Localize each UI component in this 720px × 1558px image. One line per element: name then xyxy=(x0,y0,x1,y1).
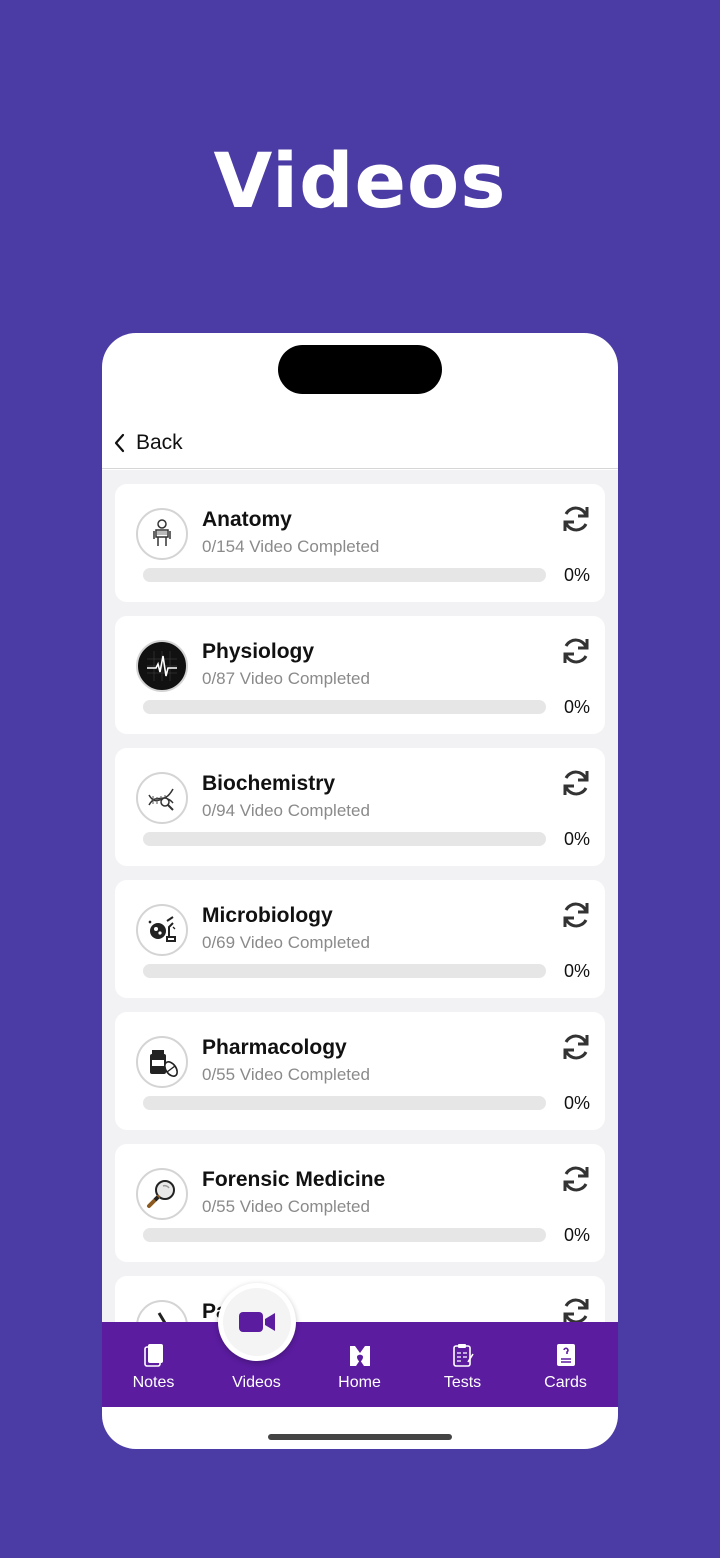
subject-card[interactable]: Pa y xyxy=(115,1276,605,1322)
notes-icon xyxy=(143,1344,163,1367)
microscope-bacteria-icon xyxy=(136,904,188,956)
subject-progress-text: 0/55 Video Completed xyxy=(202,1065,370,1084)
subject-card[interactable]: Microbiology 0/69 Video Completed 0% xyxy=(115,880,605,998)
progress-percent: 0% xyxy=(563,961,590,981)
subject-progress-text: 0/154 Video Completed xyxy=(202,537,380,556)
anatomy-skeleton-icon xyxy=(136,508,188,560)
progress-percent: 0% xyxy=(563,1225,590,1245)
refresh-icon[interactable] xyxy=(559,502,593,536)
subject-progress-text: 0/87 Video Completed xyxy=(202,669,370,688)
tab-label: Home xyxy=(338,1374,381,1391)
subject-title: Anatomy xyxy=(202,508,292,531)
subject-list: Anatomy 0/154 Video Completed 0% Physiol… xyxy=(102,470,618,1322)
ecg-heartbeat-icon xyxy=(136,640,188,692)
back-button[interactable]: Back xyxy=(112,427,183,459)
progress-bar xyxy=(143,568,546,582)
subject-title: Pharmacology xyxy=(202,1036,347,1059)
page-title: Videos xyxy=(213,136,507,225)
subject-card[interactable]: Biochemistry 0/94 Video Completed 0% xyxy=(115,748,605,866)
videos-active-button[interactable] xyxy=(218,1283,296,1361)
progress-percent: 0% xyxy=(563,1093,590,1113)
pill-bottle-icon xyxy=(136,1036,188,1088)
dna-magnifier-icon xyxy=(136,772,188,824)
tab-label: Videos xyxy=(232,1374,281,1391)
subject-card[interactable]: Anatomy 0/154 Video Completed 0% xyxy=(115,484,605,602)
clipboard-test-icon xyxy=(452,1344,474,1367)
refresh-icon[interactable] xyxy=(559,1030,593,1064)
refresh-icon[interactable] xyxy=(559,1294,593,1322)
refresh-icon[interactable] xyxy=(559,898,593,932)
tab-tests[interactable]: Tests xyxy=(411,1322,514,1407)
videos-active-button-inner xyxy=(223,1288,291,1356)
phone-screen: Back Anatomy 0/154 Video Completed 0% Ph… xyxy=(102,333,618,1449)
video-camera-icon xyxy=(239,1312,275,1332)
tab-label: Tests xyxy=(443,1374,482,1391)
magnifying-glass-icon xyxy=(136,1168,188,1220)
progress-percent: 0% xyxy=(563,565,590,585)
subject-card[interactable]: Forensic Medicine 0/55 Video Completed 0… xyxy=(115,1144,605,1262)
nav-bar: Back xyxy=(102,417,618,469)
microscope-icon xyxy=(136,1300,188,1322)
tab-label: Cards xyxy=(544,1374,587,1391)
progress-bar xyxy=(143,1228,546,1242)
subject-title: Microbiology xyxy=(202,904,333,927)
tab-notes[interactable]: Notes xyxy=(102,1322,205,1407)
subject-progress-text: 0/94 Video Completed xyxy=(202,801,370,820)
refresh-icon[interactable] xyxy=(559,1162,593,1196)
home-logo-icon xyxy=(349,1346,370,1366)
card-icon xyxy=(556,1344,575,1366)
refresh-icon[interactable] xyxy=(559,766,593,800)
subject-title: Forensic Medicine xyxy=(202,1168,386,1191)
home-indicator xyxy=(268,1434,452,1440)
progress-percent: 0% xyxy=(563,697,590,717)
back-label: Back xyxy=(136,431,183,454)
progress-bar xyxy=(143,700,546,714)
tab-label: Notes xyxy=(132,1374,175,1391)
subject-card[interactable]: Physiology 0/87 Video Completed 0% xyxy=(115,616,605,734)
subject-progress-text: 0/55 Video Completed xyxy=(202,1197,370,1216)
tab-cards[interactable]: Cards xyxy=(514,1322,617,1407)
progress-bar xyxy=(143,832,546,846)
subject-title: Physiology xyxy=(202,640,315,663)
subject-title: Biochemistry xyxy=(202,772,336,795)
dynamic-island xyxy=(278,345,442,394)
progress-percent: 0% xyxy=(563,829,590,849)
chevron-left-icon xyxy=(114,433,125,453)
refresh-icon[interactable] xyxy=(559,634,593,668)
subject-progress-text: 0/69 Video Completed xyxy=(202,933,370,952)
subject-card[interactable]: Pharmacology 0/55 Video Completed 0% xyxy=(115,1012,605,1130)
progress-bar xyxy=(143,964,546,978)
progress-bar xyxy=(143,1096,546,1110)
bottom-tab-bar: Notes Videos Home Tests Cards xyxy=(102,1322,618,1407)
tab-home[interactable]: Home xyxy=(308,1322,411,1407)
